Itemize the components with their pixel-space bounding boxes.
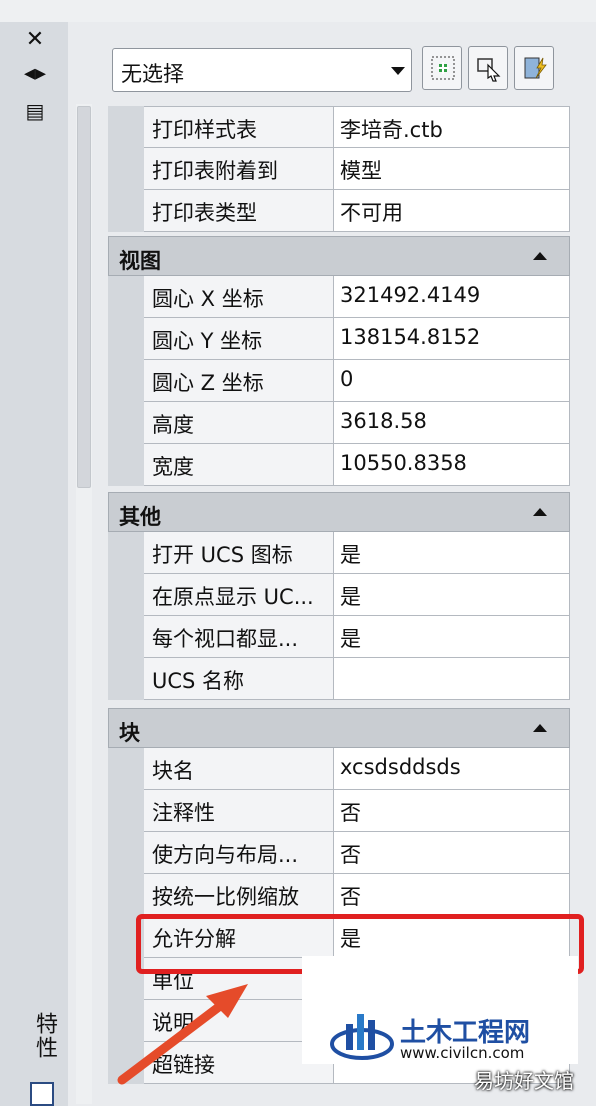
- watermark-url: www.civilcn.com: [400, 1044, 525, 1062]
- property-name: 打印样式表: [144, 106, 334, 148]
- scrollbar-thumb[interactable]: [77, 106, 91, 488]
- property-value[interactable]: [334, 658, 570, 700]
- property-row[interactable]: 打印样式表 李培奇.ctb: [108, 106, 570, 148]
- property-row[interactable]: 打印表附着到 模型: [108, 148, 570, 190]
- pickadd-icon: [431, 56, 455, 80]
- toggle-pickadd-button[interactable]: [422, 46, 462, 90]
- property-row[interactable]: 圆心 X 坐标 321492.4149: [108, 276, 570, 318]
- property-name: 圆心 X 坐标: [144, 276, 334, 318]
- collapse-caret-icon[interactable]: [533, 508, 547, 516]
- annotation-arrow-icon: [117, 984, 248, 1085]
- property-value[interactable]: 否: [334, 832, 570, 874]
- collapse-caret-icon[interactable]: [533, 724, 547, 732]
- property-row[interactable]: 打印表类型 不可用: [108, 190, 570, 232]
- property-name: 圆心 Y 坐标: [144, 318, 334, 360]
- section-title: 块: [119, 721, 140, 745]
- close-icon[interactable]: ✕: [22, 26, 48, 52]
- property-name: 打印表类型: [144, 190, 334, 232]
- property-value[interactable]: xcsdsddsds: [334, 748, 570, 790]
- property-name: 圆心 Z 坐标: [144, 360, 334, 402]
- property-row[interactable]: 宽度 10550.8358: [108, 444, 570, 486]
- selector-value: 无选择: [121, 62, 184, 86]
- properties-menu-icon[interactable]: ▤: [22, 98, 48, 124]
- property-value[interactable]: 是: [334, 532, 570, 574]
- property-name: 宽度: [144, 444, 334, 486]
- property-value[interactable]: 李培奇.ctb: [334, 106, 570, 148]
- civilcn-logo-icon: [330, 1014, 394, 1060]
- object-selector-dropdown[interactable]: 无选择: [112, 48, 412, 92]
- property-name: 块名: [144, 748, 334, 790]
- quick-select-icon: [524, 57, 547, 79]
- property-name: 按统一比例缩放: [144, 874, 334, 916]
- chevron-down-icon: [391, 67, 405, 75]
- property-row[interactable]: UCS 名称: [108, 658, 570, 700]
- section-header-misc[interactable]: 其他: [108, 492, 570, 532]
- property-value[interactable]: 138154.8152: [334, 318, 570, 360]
- host-toolbar-strip: [0, 0, 596, 23]
- property-name: 打印表附着到: [144, 148, 334, 190]
- property-value[interactable]: 是: [334, 574, 570, 616]
- collapse-caret-icon[interactable]: [533, 252, 547, 260]
- property-value[interactable]: 3618.58: [334, 402, 570, 444]
- property-row[interactable]: 圆心 Y 坐标 138154.8152: [108, 318, 570, 360]
- property-value[interactable]: 0: [334, 360, 570, 402]
- property-name: UCS 名称: [144, 658, 334, 700]
- property-value[interactable]: 不可用: [334, 190, 570, 232]
- select-objects-button[interactable]: [468, 46, 508, 90]
- property-value[interactable]: 321492.4149: [334, 276, 570, 318]
- property-row[interactable]: 高度 3618.58: [108, 402, 570, 444]
- property-name: 使方向与布局...: [144, 832, 334, 874]
- property-row[interactable]: 块名 xcsdsddsds: [108, 748, 570, 790]
- property-row[interactable]: 每个视口都显... 是: [108, 616, 570, 658]
- select-objects-icon: [477, 58, 501, 82]
- section-title: 视图: [119, 249, 161, 273]
- property-name: 高度: [144, 402, 334, 444]
- property-value[interactable]: 否: [334, 790, 570, 832]
- section-title: 其他: [119, 505, 161, 529]
- property-row[interactable]: 使方向与布局... 否: [108, 832, 570, 874]
- property-row[interactable]: 打开 UCS 图标 是: [108, 532, 570, 574]
- site-watermark: 易坊好文馆: [474, 1069, 574, 1093]
- property-row[interactable]: 圆心 Z 坐标 0: [108, 360, 570, 402]
- property-row[interactable]: 按统一比例缩放 否: [108, 874, 570, 916]
- property-value[interactable]: 是: [334, 616, 570, 658]
- palette-title: 特性: [32, 1012, 57, 1060]
- property-name: 每个视口都显...: [144, 616, 334, 658]
- section-header-block[interactable]: 块: [108, 708, 570, 748]
- section-header-view[interactable]: 视图: [108, 236, 570, 276]
- auto-hide-icon[interactable]: ◂▸: [22, 60, 48, 86]
- property-name: 在原点显示 UC...: [144, 574, 334, 616]
- property-name: 注释性: [144, 790, 334, 832]
- property-row[interactable]: 在原点显示 UC... 是: [108, 574, 570, 616]
- palette-settings-icon[interactable]: [30, 1082, 54, 1106]
- palette-title-bar: ✕ ◂▸ ▤ 特性: [0, 22, 69, 1106]
- property-value[interactable]: 否: [334, 874, 570, 916]
- quick-select-button[interactable]: [514, 46, 554, 90]
- property-row[interactable]: 注释性 否: [108, 790, 570, 832]
- property-name: 打开 UCS 图标: [144, 532, 334, 574]
- property-value[interactable]: 10550.8358: [334, 444, 570, 486]
- property-value[interactable]: 模型: [334, 148, 570, 190]
